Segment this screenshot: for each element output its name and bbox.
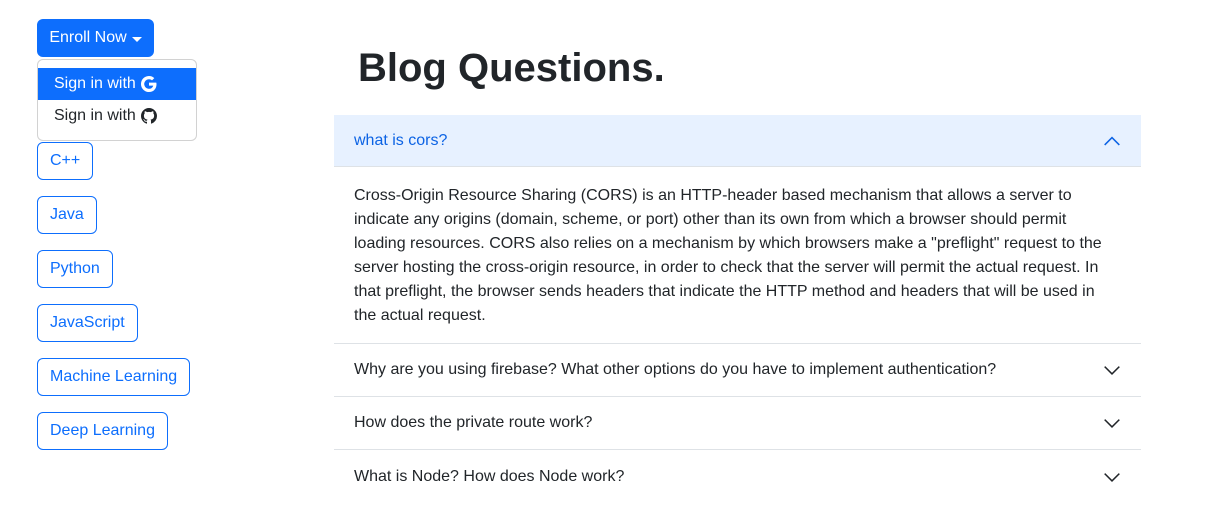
course-button-cpp[interactable]: C++: [37, 142, 94, 180]
chevron-down-icon: [1104, 419, 1120, 429]
course-button-java[interactable]: Java: [37, 196, 97, 234]
page-title: Blog Questions.: [358, 46, 665, 90]
faq-accordion: what is cors? Cross-Origin Resource Shar…: [334, 115, 1141, 503]
github-icon: [140, 108, 157, 124]
accordion-header-firebase[interactable]: Why are you using firebase? What other o…: [334, 344, 1141, 397]
course-button-deep-learning[interactable]: Deep Learning: [37, 412, 168, 450]
accordion-header-cors[interactable]: what is cors?: [334, 115, 1141, 167]
accordion-body-cors: Cross-Origin Resource Sharing (CORS) is …: [334, 167, 1141, 344]
chevron-down-icon: [1104, 366, 1120, 376]
accordion-header-node[interactable]: What is Node? How does Node work?: [334, 450, 1141, 503]
accordion-question: How does the private route work?: [354, 414, 593, 431]
google-icon: [140, 76, 157, 92]
enroll-now-label: Enroll Now: [49, 29, 127, 46]
accordion-question: What is Node? How does Node work?: [354, 467, 625, 485]
caret-down-icon: [131, 36, 142, 42]
sign-in-google-item[interactable]: Sign in with: [38, 68, 196, 100]
chevron-down-icon: [1104, 472, 1120, 482]
course-button-python[interactable]: Python: [37, 250, 113, 288]
sign-in-github-label: Sign in with: [54, 107, 136, 124]
course-button-machine-learning[interactable]: Machine Learning: [37, 358, 191, 396]
course-button-javascript[interactable]: JavaScript: [37, 304, 138, 342]
enroll-dropdown-menu: Sign in with Sign in with: [37, 59, 197, 141]
chevron-up-icon: [1104, 136, 1120, 145]
sign-in-github-item[interactable]: Sign in with: [38, 100, 196, 132]
enroll-now-button[interactable]: Enroll Now: [37, 19, 154, 57]
accordion-question: what is cors?: [354, 131, 448, 149]
sign-in-google-label: Sign in with: [54, 75, 136, 92]
accordion-header-private-route[interactable]: How does the private route work?: [334, 397, 1141, 450]
accordion-question: Why are you using firebase? What other o…: [354, 361, 997, 378]
